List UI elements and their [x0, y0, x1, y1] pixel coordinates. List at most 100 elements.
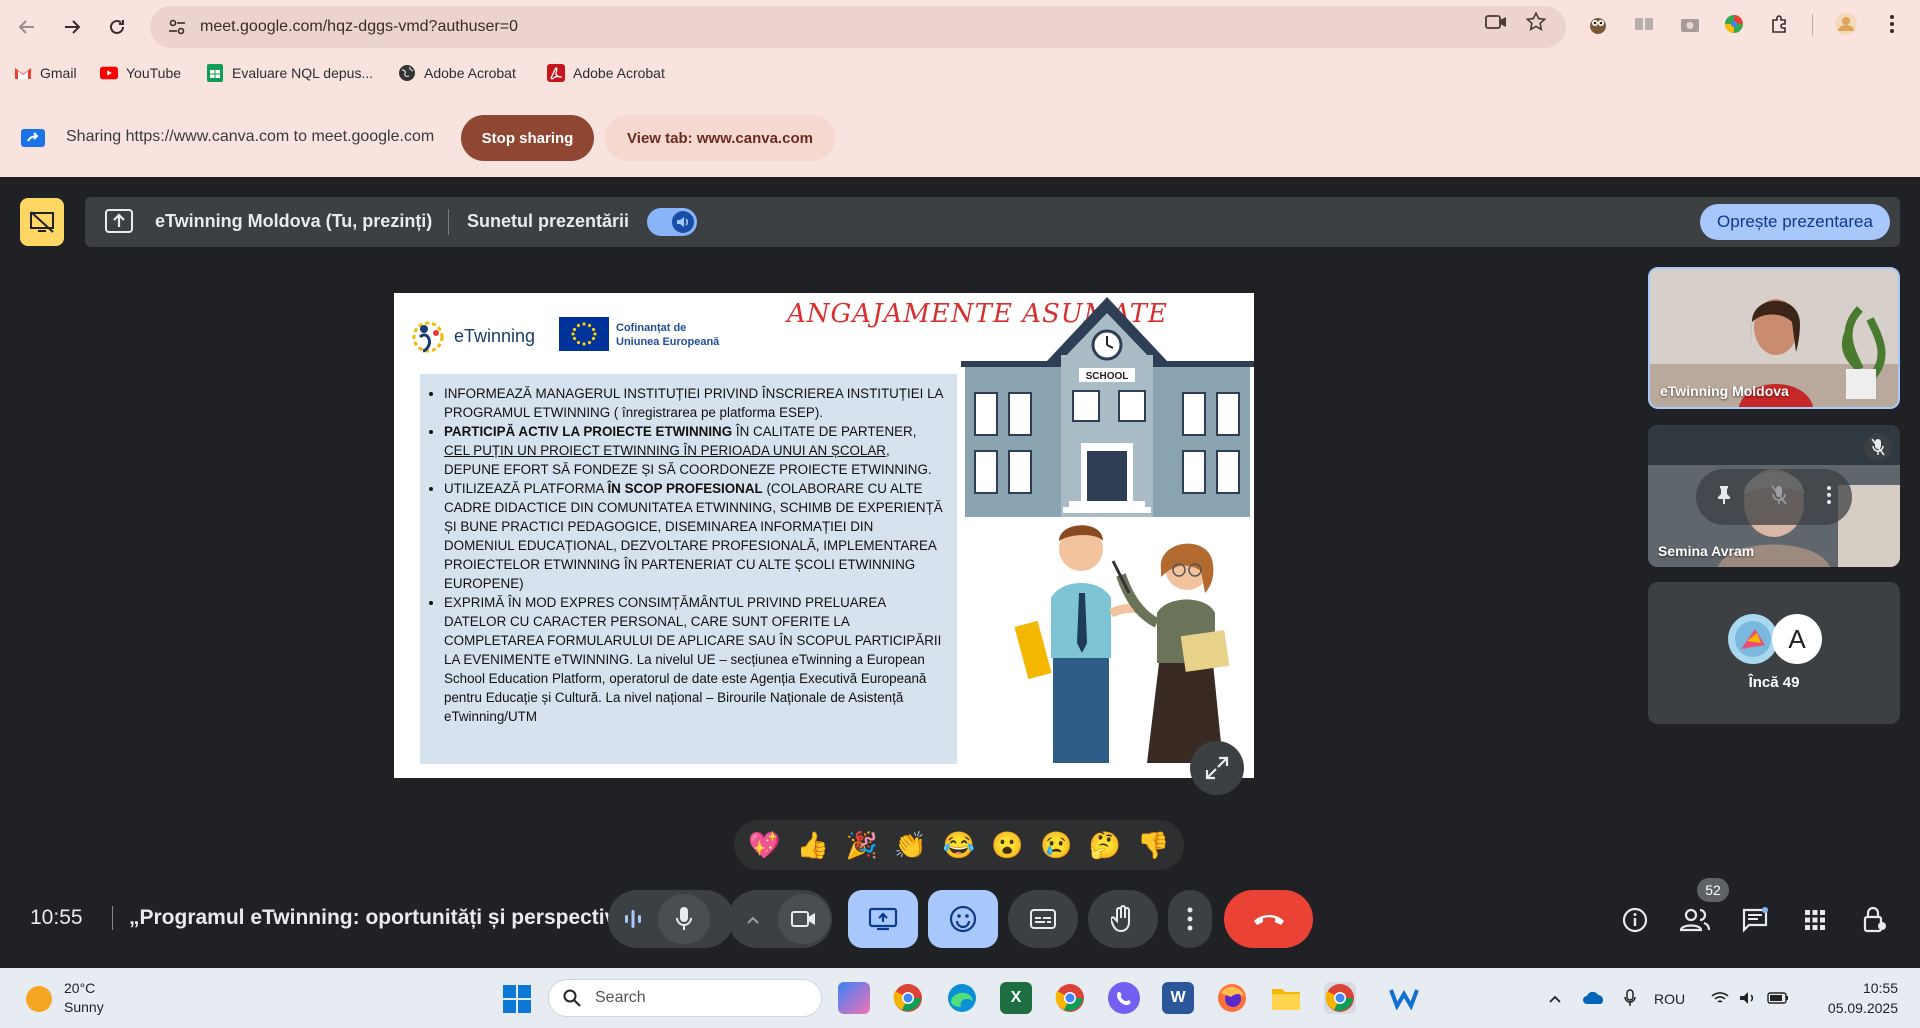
microphone-tray-icon[interactable] [1624, 988, 1636, 1010]
toolbar-divider [1812, 14, 1813, 36]
color-extension-icon[interactable] [1722, 12, 1746, 36]
reaction-clap[interactable]: 👏 [894, 830, 926, 861]
forward-button[interactable] [57, 12, 87, 42]
mute-participant-button[interactable] [1771, 485, 1787, 510]
captions-button[interactable] [1008, 890, 1078, 948]
weather-sun-icon[interactable] [26, 986, 52, 1012]
webex-icon[interactable] [1388, 982, 1420, 1014]
chrome-icon[interactable] [1054, 982, 1086, 1014]
input-language[interactable]: ROU [1654, 991, 1685, 1007]
presentation-layout-button[interactable] [20, 198, 64, 246]
more-options-button[interactable] [1168, 890, 1212, 948]
firefox-icon[interactable] [1216, 982, 1248, 1014]
back-button[interactable] [12, 12, 42, 42]
reaction-party[interactable]: 🎉 [845, 830, 877, 861]
show-hidden-icons-button[interactable] [1548, 991, 1562, 1007]
reaction-thumbs-up[interactable]: 👍 [797, 830, 829, 861]
screenshot-icon[interactable] [1678, 12, 1702, 36]
owl-extension-icon[interactable] [1586, 12, 1610, 36]
chevron-up-icon [1549, 995, 1561, 1003]
pin-button[interactable] [1716, 485, 1732, 510]
reload-button[interactable] [102, 12, 132, 42]
site-info-icon[interactable] [166, 16, 188, 38]
meeting-details-button[interactable] [1620, 905, 1650, 935]
fullscreen-button[interactable] [1190, 741, 1244, 795]
reading-mode-icon[interactable] [1632, 12, 1656, 36]
tile-more-options-button[interactable] [1826, 485, 1832, 510]
start-button[interactable] [502, 984, 532, 1014]
activities-button[interactable] [1800, 905, 1830, 935]
search-placeholder: Search [595, 989, 646, 1006]
reactions-button[interactable] [928, 890, 998, 948]
people-button[interactable] [1680, 905, 1710, 935]
apps-grid-icon [1805, 910, 1825, 930]
leave-call-button[interactable] [1224, 890, 1313, 948]
bookmark-acrobat-2[interactable]: Adobe Acrobat [547, 60, 665, 86]
extensions-puzzle-icon[interactable] [1768, 12, 1792, 36]
present-screen-button[interactable] [848, 890, 918, 948]
host-controls-button[interactable] [1860, 905, 1890, 935]
camera-button[interactable] [778, 894, 830, 944]
chrome-active-icon[interactable] [1324, 982, 1356, 1014]
excel-icon[interactable]: X [1000, 982, 1032, 1014]
onedrive-icon[interactable] [1582, 991, 1606, 1008]
chevron-up-icon[interactable] [746, 912, 760, 930]
school-illustration: SCHOOL [961, 297, 1254, 763]
bookmark-star-icon[interactable] [1524, 10, 1548, 34]
reactions-bar: 💖 👍 🎉 👏 😂 😮 😢 🤔 👎 [734, 820, 1184, 870]
presentation-audio-toggle[interactable] [647, 208, 697, 236]
system-tray: ROU [1548, 988, 1789, 1010]
file-explorer-icon[interactable] [1270, 982, 1302, 1014]
kebab-menu-icon [1890, 15, 1894, 33]
weather-description[interactable]: Sunny [64, 999, 104, 1015]
clock-date: 05.09.2025 [1827, 1000, 1898, 1016]
reaction-heart[interactable]: 💖 [748, 830, 780, 861]
bookmark-gmail[interactable]: Gmail [14, 60, 77, 86]
sharing-status-text: Sharing https://www.canva.com to meet.go… [66, 128, 435, 145]
raise-hand-button[interactable] [1088, 890, 1158, 948]
profile-avatar[interactable] [1834, 12, 1858, 36]
participant-avatar-image [1728, 614, 1778, 664]
hang-up-icon [1253, 915, 1284, 925]
copilot-icon[interactable] [838, 982, 870, 1014]
participant-name: Semina Avram [1658, 543, 1755, 559]
sheets-icon [206, 64, 224, 82]
meeting-title[interactable]: „Programul eTwinning: oportunități și pe… [112, 906, 632, 930]
shared-slide: eTwinning Cofinanțat de Uniunea European… [394, 293, 1254, 778]
microphone-button[interactable] [658, 894, 710, 944]
taskbar-clock[interactable]: 10:55 05.09.2025 [1828, 978, 1898, 1018]
participant-tile-etwinning[interactable]: eTwinning Moldova [1648, 267, 1900, 409]
volume-icon[interactable] [1739, 991, 1757, 1008]
participant-tile-semina[interactable]: Semina Avram [1648, 425, 1900, 567]
reaction-surprised[interactable]: 😮 [991, 830, 1023, 861]
presentation-audio-label: Sunetul prezentării [467, 211, 630, 231]
camera-in-use-icon[interactable] [1484, 10, 1508, 34]
viber-icon[interactable] [1108, 982, 1140, 1014]
battery-icon[interactable] [1767, 991, 1789, 1007]
reaction-thumbs-down[interactable]: 👎 [1137, 830, 1169, 861]
address-bar[interactable]: meet.google.com/hqz-dggs-vmd?authuser=0 [150, 6, 1566, 48]
lock-person-icon [1863, 906, 1886, 933]
reaction-thinking[interactable]: 🤔 [1089, 830, 1121, 861]
reaction-sad[interactable]: 😢 [1040, 830, 1072, 861]
word-icon[interactable]: W [1162, 982, 1194, 1014]
taskbar-search[interactable]: Search [548, 979, 822, 1017]
stop-presenting-button[interactable]: Oprește prezentarea [1700, 204, 1890, 240]
browser-menu-button[interactable] [1880, 12, 1904, 36]
weather-temperature[interactable]: 20°C [64, 980, 95, 996]
bookmark-youtube[interactable]: YouTube [100, 60, 181, 86]
wifi-icon[interactable] [1711, 991, 1729, 1008]
chat-button[interactable] [1740, 905, 1770, 935]
chrome-profile-icon[interactable] [892, 982, 924, 1014]
bookmark-evaluare[interactable]: Evaluare NQL depus... [206, 60, 373, 86]
bookmark-acrobat-1[interactable]: Adobe Acrobat [398, 60, 516, 86]
view-tab-button[interactable]: View tab: www.canva.com [605, 115, 835, 161]
more-participants-tile[interactable]: A Încă 49 [1648, 582, 1900, 724]
screen-share-icon [20, 128, 46, 148]
commitment-text: INFORMEAZĂ MANAGERUL INSTITUȚIEI PRIVIND… [444, 386, 943, 420]
stop-sharing-button[interactable]: Stop sharing [461, 115, 594, 161]
bookmark-label: YouTube [126, 65, 182, 81]
edge-icon[interactable] [946, 982, 978, 1014]
reaction-laugh[interactable]: 😂 [943, 830, 975, 861]
eu-text-line1: Cofinanțat de [616, 322, 687, 334]
